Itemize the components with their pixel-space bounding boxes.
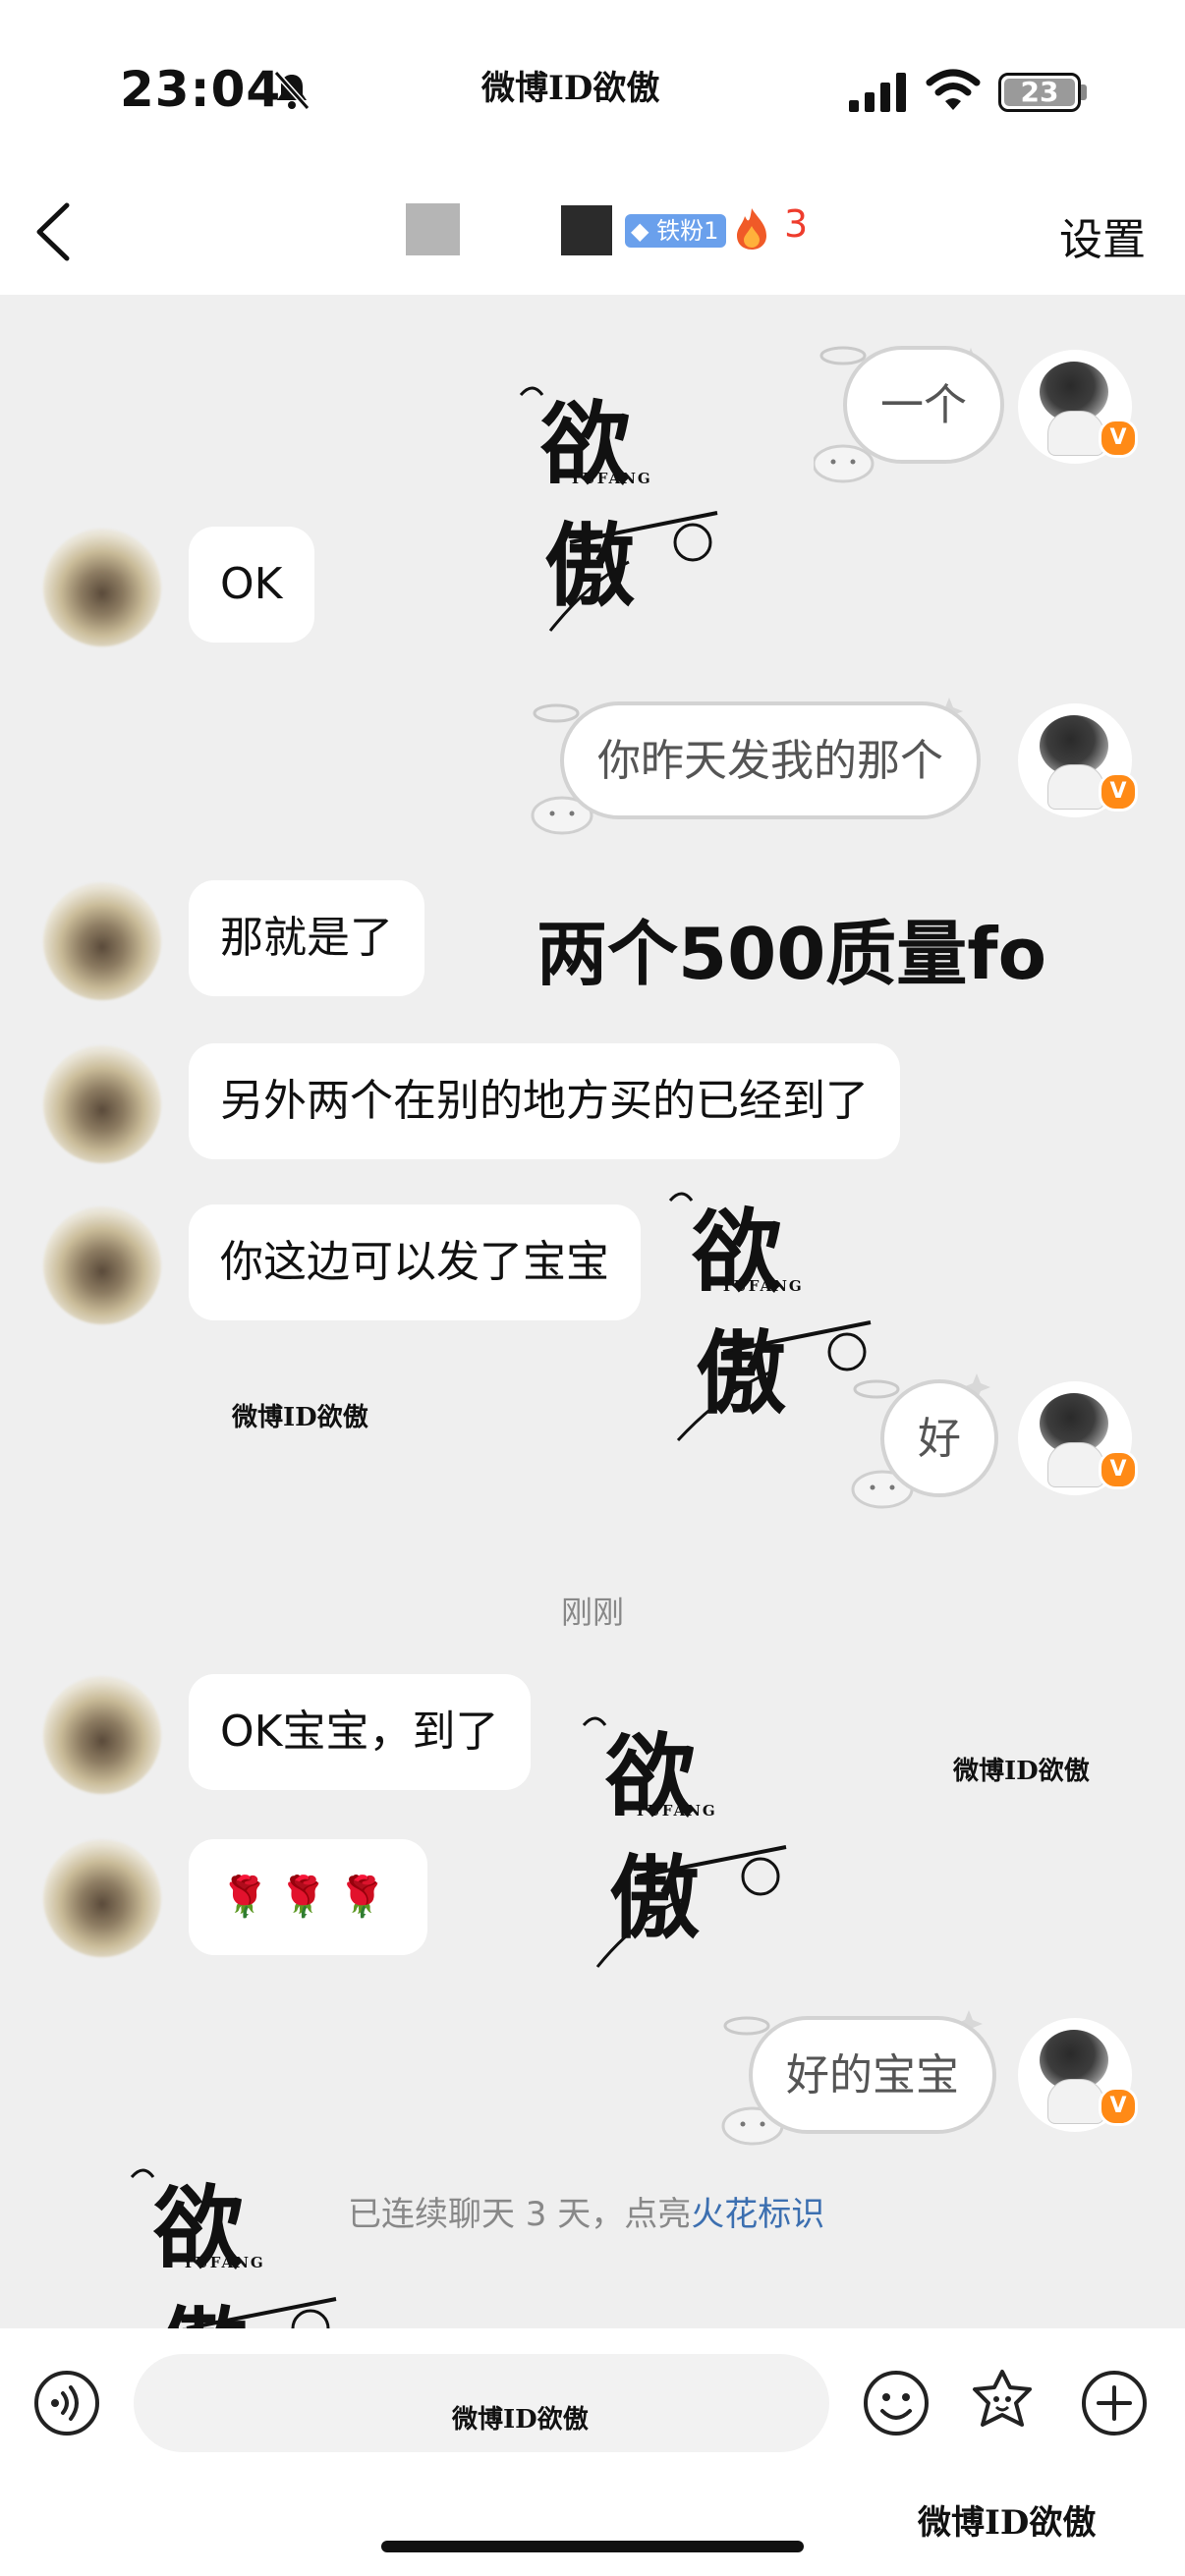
redacted-avatar xyxy=(406,203,460,255)
watermark-logo-latin: YUFANG xyxy=(183,2254,265,2271)
message-bubble-outgoing[interactable]: 一个 xyxy=(843,346,1004,464)
redacted-name xyxy=(561,205,612,255)
message-bubble-incoming[interactable]: 那就是了 xyxy=(189,880,424,996)
battery-level: 23 xyxy=(1020,76,1059,108)
watermark-logo-latin: YUFANG xyxy=(721,1277,804,1295)
my-avatar[interactable]: V xyxy=(1018,1381,1138,1495)
contact-avatar[interactable] xyxy=(43,882,161,1000)
fan-badge-label: 铁粉1 xyxy=(656,217,719,245)
watermark-logo-latin: YUFANG xyxy=(635,1802,717,1820)
battery-nub xyxy=(1081,84,1087,100)
message-text: 好 xyxy=(918,1414,961,1464)
fire-icon xyxy=(737,208,766,250)
contact-avatar[interactable] xyxy=(43,1045,161,1163)
battery-indicator: 23 xyxy=(998,73,1081,112)
contact-avatar[interactable] xyxy=(43,529,161,646)
contact-avatar[interactable] xyxy=(43,1839,161,1957)
overlay-caption: 两个500质量fo xyxy=(536,913,1047,995)
my-avatar[interactable]: V xyxy=(1018,703,1138,817)
contact-avatar[interactable] xyxy=(43,1676,161,1794)
emoji-icon[interactable] xyxy=(863,2370,930,2436)
message-timestamp: 刚刚 xyxy=(560,1594,624,1631)
verified-badge-icon: V xyxy=(1099,419,1138,458)
home-indicator[interactable] xyxy=(381,2541,804,2552)
message-bubble-incoming[interactable]: 🌹🌹🌹 xyxy=(189,1839,428,1955)
message-text: 你这边可以发了宝宝 xyxy=(220,1237,609,1287)
message-bubble-incoming[interactable]: 你这边可以发了宝宝 xyxy=(189,1204,641,1320)
voice-icon[interactable] xyxy=(33,2370,100,2436)
message-text: 另外两个在别的地方买的已经到了 xyxy=(220,1076,869,1126)
message-bubble-incoming[interactable]: OK xyxy=(189,527,314,643)
verified-badge-icon: V xyxy=(1099,2087,1138,2126)
back-arrow-icon[interactable] xyxy=(33,201,73,262)
contact-avatar[interactable] xyxy=(43,1206,161,1324)
watermark-text: 微博ID欲傲 xyxy=(232,1403,368,1432)
streak-notice-text: 已连续聊天 3 天，点亮 xyxy=(348,2195,692,2234)
fan-badge: ◆ 铁粉1 xyxy=(625,214,727,248)
status-time: 23:04 xyxy=(120,61,282,118)
status-bar: 23:04 微博ID欲傲 23 xyxy=(0,0,1185,177)
message-text: 你昨天发我的那个 xyxy=(597,736,943,786)
watermark-logo: 欲 YUFANG 傲 xyxy=(578,1700,794,1975)
my-avatar[interactable]: V xyxy=(1018,2018,1138,2132)
watermark-logo-bottom: 傲 xyxy=(696,1320,787,1427)
message-text: 那就是了 xyxy=(220,913,393,963)
message-bubble-outgoing[interactable]: 你昨天发我的那个 xyxy=(560,701,981,819)
message-text: OK宝宝，到了 xyxy=(220,1707,499,1757)
watermark-logo-bottom: 傲 xyxy=(609,1845,701,1951)
watermark-logo-latin: YUFANG xyxy=(570,470,652,487)
fire-count: 3 xyxy=(784,202,809,246)
message-bubble-outgoing[interactable]: 好的宝宝 xyxy=(749,2016,996,2134)
status-watermark: 微博ID欲傲 xyxy=(481,69,660,108)
message-text: 一个 xyxy=(880,380,967,430)
input-watermark: 微博ID欲傲 xyxy=(452,2405,589,2435)
my-avatar[interactable]: V xyxy=(1018,350,1138,464)
signal-icon xyxy=(849,73,906,112)
settings-button[interactable]: 设置 xyxy=(1059,204,1146,267)
watermark-text: 微博ID欲傲 xyxy=(953,1757,1090,1786)
message-text: 🌹🌹🌹 xyxy=(220,1875,397,1920)
message-bubble-incoming[interactable]: OK宝宝，到了 xyxy=(189,1674,531,1790)
footer-watermark: 微博ID欲傲 xyxy=(918,2503,1097,2543)
wifi-icon xyxy=(926,69,981,110)
sticker-icon[interactable] xyxy=(969,2368,1036,2435)
spark-badge-link[interactable]: 火花标识 xyxy=(691,2195,824,2234)
message-text: OK xyxy=(220,559,283,609)
watermark-logo-bottom: 傲 xyxy=(544,513,636,619)
message-bubble-outgoing[interactable]: 好 xyxy=(880,1379,998,1497)
add-icon[interactable] xyxy=(1081,2370,1148,2436)
verified-badge-icon: V xyxy=(1099,772,1138,812)
message-bubble-incoming[interactable]: 另外两个在别的地方买的已经到了 xyxy=(189,1043,900,1159)
bell-muted-icon xyxy=(273,71,310,110)
watermark-logo: 欲 YUFANG 傲 xyxy=(511,365,727,641)
message-text: 好的宝宝 xyxy=(786,2050,959,2100)
verified-badge-icon: V xyxy=(1099,1450,1138,1489)
streak-notice: 已连续聊天 3 天，点亮火花标识 xyxy=(348,2187,824,2235)
